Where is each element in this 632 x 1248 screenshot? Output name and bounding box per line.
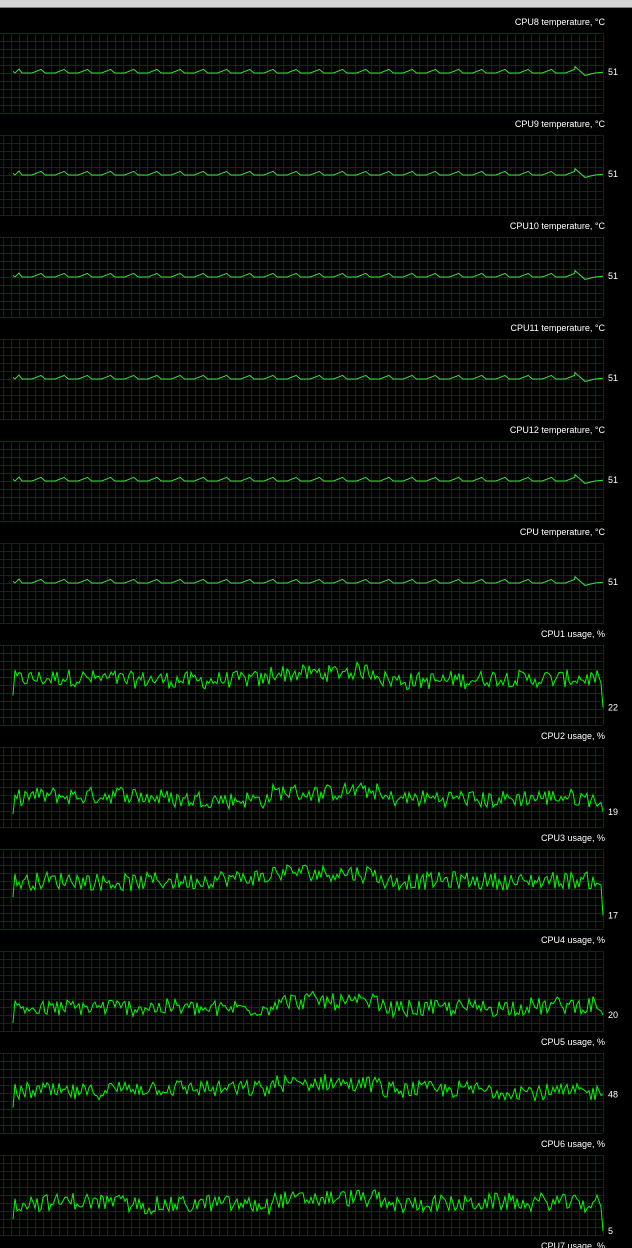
graph-panel-4: CPU12 temperature, °C 51: [0, 425, 618, 522]
graph-title: CPU6 usage, %: [541, 1139, 605, 1149]
graph-title: CPU5 usage, %: [541, 1037, 605, 1047]
graph-title: CPU12 temperature, °C: [510, 425, 606, 435]
graph-panel-8: CPU3 usage, % 17: [0, 833, 618, 930]
current-value-label: 51: [608, 373, 618, 383]
graph-panel-1: CPU9 temperature, °C 51: [0, 119, 618, 216]
graph-panel-5: CPU temperature, °C 51: [0, 527, 618, 624]
graph-title: CPU4 usage, %: [541, 935, 605, 945]
graph-panel-3: CPU11 temperature, °C 51: [0, 323, 618, 420]
graph-panel-2: CPU10 temperature, °C 51: [0, 221, 618, 318]
current-value-label: 17: [608, 910, 618, 920]
graph-title: CPU3 usage, %: [541, 833, 605, 843]
graph-title: CPU9 temperature, °C: [515, 119, 606, 129]
current-value-label: 48: [608, 1090, 618, 1100]
graph-panel-7: CPU2 usage, % 19: [0, 731, 618, 828]
current-value-label: 20: [608, 1010, 618, 1020]
graph-panel-6: CPU1 usage, % 22: [0, 629, 618, 726]
graph-panel-9: CPU4 usage, % 20: [0, 935, 618, 1032]
graph-title: CPU2 usage, %: [541, 731, 605, 741]
graph-grid: [0, 951, 604, 1032]
graph-panel-10: CPU5 usage, % 48: [0, 1037, 618, 1134]
current-value-label: 51: [608, 169, 618, 179]
graph-panel-0: CPU8 temperature, °C 51: [0, 17, 618, 114]
graph-panel-11: CPU6 usage, % 5: [0, 1139, 613, 1236]
graph-title: CPU7 usage, %: [541, 1241, 605, 1248]
graph-title: CPU10 temperature, °C: [510, 221, 606, 231]
graph-title: CPU8 temperature, °C: [515, 17, 606, 27]
graph-title: CPU temperature, °C: [520, 527, 606, 537]
current-value-label: 22: [608, 702, 618, 712]
current-value-label: 51: [608, 475, 618, 485]
current-value-label: 51: [608, 271, 618, 281]
graph-title: CPU11 temperature, °C: [511, 323, 606, 333]
graph-panel-12: CPU7 usage, %: [541, 1241, 605, 1248]
current-value-label: 51: [608, 67, 618, 77]
current-value-label: 19: [608, 807, 618, 817]
graph-title: CPU1 usage, %: [541, 629, 605, 639]
current-value-label: 5: [608, 1226, 613, 1236]
monitoring-graphs: CPU8 temperature, °C51CPU9 temperature, …: [0, 17, 618, 1248]
current-value-label: 51: [608, 577, 618, 587]
